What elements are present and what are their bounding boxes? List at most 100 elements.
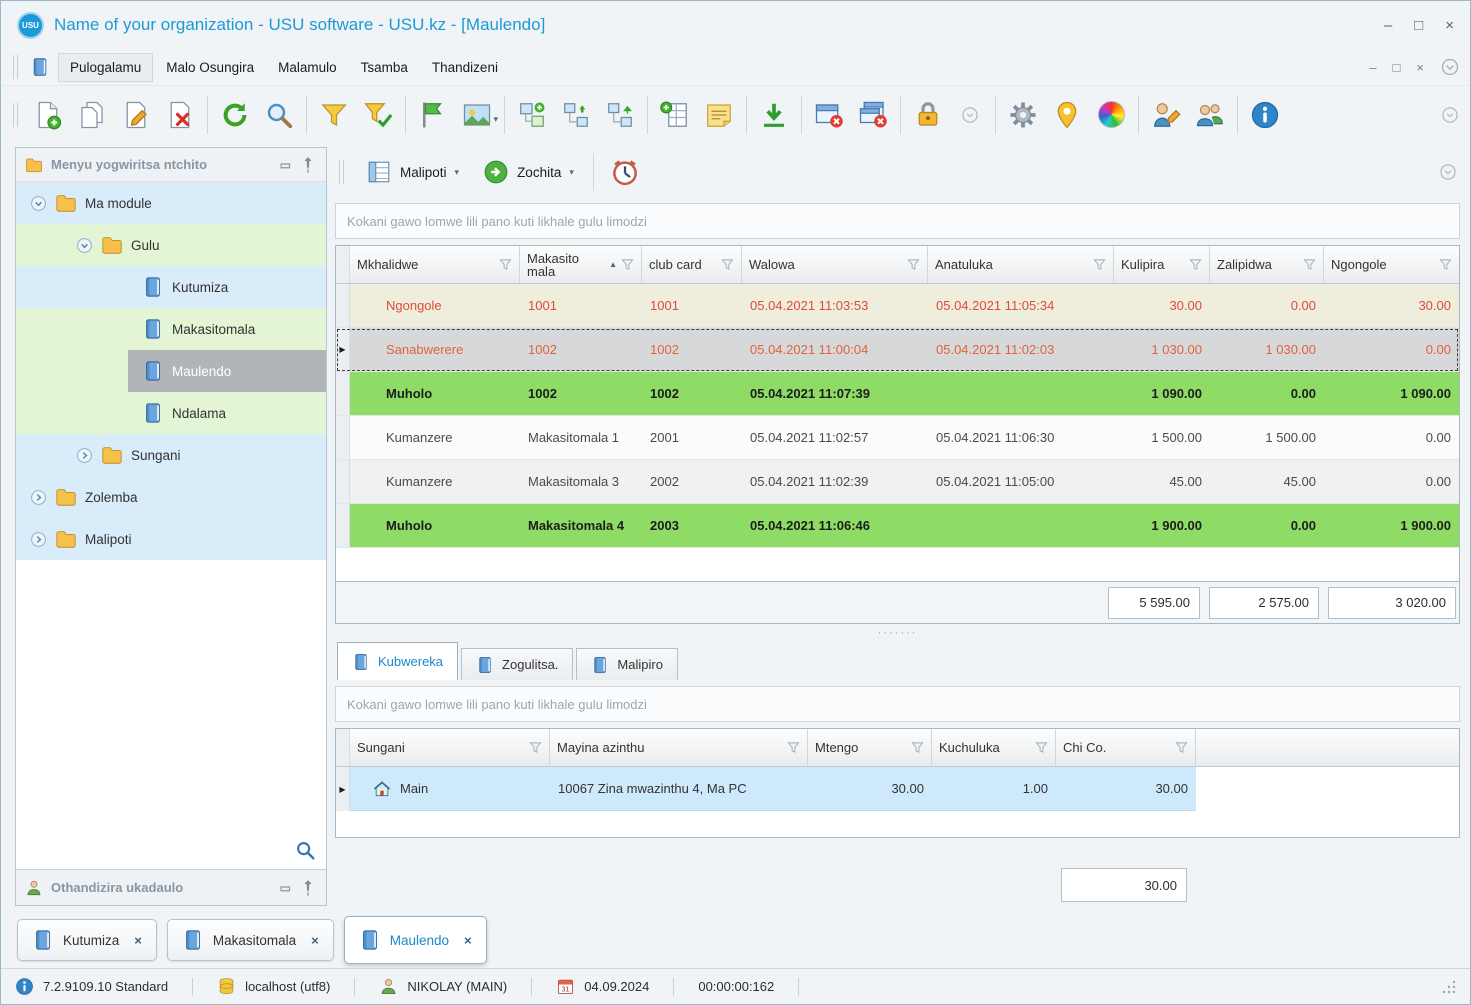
column-header-zalipidwa[interactable]: Zalipidwa: [1210, 246, 1324, 283]
menubar-overflow-icon[interactable]: [1440, 57, 1460, 77]
close-tab-icon[interactable]: ×: [464, 933, 472, 948]
column-header-sungani[interactable]: Sungani: [350, 729, 550, 766]
column-header-walowa[interactable]: Walowa: [742, 246, 928, 283]
expand-node-icon[interactable]: [30, 531, 47, 548]
close-button[interactable]: ×: [1445, 18, 1454, 33]
filter-icon[interactable]: [1439, 258, 1452, 271]
filter-icon[interactable]: [1175, 741, 1188, 754]
collapse-node-icon[interactable]: [76, 237, 93, 254]
settings-button[interactable]: [1001, 93, 1045, 137]
collapse-branch-button[interactable]: [554, 93, 598, 137]
pin-icon[interactable]: [299, 879, 317, 897]
detail-tab-kubwereka[interactable]: Kubwereka: [337, 642, 459, 680]
column-header-kuchuluka[interactable]: Kuchuluka: [932, 729, 1056, 766]
menubar-grip[interactable]: [13, 55, 18, 79]
toolbar-group-overflow-icon[interactable]: [960, 105, 980, 125]
filter-icon[interactable]: [1093, 258, 1106, 271]
pin-icon[interactable]: [299, 156, 317, 174]
users-button[interactable]: [1188, 93, 1232, 137]
titlebar[interactable]: USU Name of your organization - USU soft…: [1, 1, 1470, 49]
menu-thandizeni[interactable]: Thandizeni: [421, 54, 509, 81]
menu-malo-osungira[interactable]: Malo Osungira: [155, 54, 265, 81]
tree-item-maulendo[interactable]: Maulendo: [16, 350, 326, 392]
table-row[interactable]: Ngongole 1001 1001 05.04.2021 11:03:53 0…: [336, 284, 1459, 328]
new-record-button[interactable]: [26, 93, 70, 137]
maximize-button[interactable]: □: [1414, 18, 1423, 33]
mdi-minimize-icon[interactable]: –: [1369, 60, 1376, 75]
program-book-icon[interactable]: [28, 55, 52, 79]
detail-tab-malipiro[interactable]: Malipiro: [576, 648, 678, 680]
close-window-button[interactable]: [807, 93, 851, 137]
minimize-button[interactable]: –: [1384, 18, 1392, 33]
column-header-makasitomala[interactable]: Makasito mala ▲: [520, 246, 642, 283]
filter-icon[interactable]: [529, 741, 542, 754]
report-toolbar-overflow-icon[interactable]: [1438, 162, 1458, 182]
tree-item-makasitomala[interactable]: Makasitomala: [16, 308, 326, 350]
mdi-close-icon[interactable]: ×: [1416, 60, 1424, 75]
detail-table-row[interactable]: ▶ Main 10067 Zina mwazinthu 4, Ma PC 30.…: [336, 767, 1459, 811]
toolbar-grip[interactable]: [13, 102, 18, 127]
table-row[interactable]: Muholo Makasitomala 4 2003 05.04.2021 11…: [336, 504, 1459, 548]
mdi-restore-icon[interactable]: □: [1393, 60, 1401, 75]
table-row[interactable]: Muholo 1002 1002 05.04.2021 11:07:39 1 0…: [336, 372, 1459, 416]
float-panel-icon[interactable]: ▭: [280, 158, 291, 172]
timer-button[interactable]: [603, 150, 647, 194]
tree-item-malipoti[interactable]: Malipoti: [16, 518, 326, 560]
detail-tab-zogulitsa[interactable]: Zogulitsa.: [461, 648, 574, 680]
menu-malamulo[interactable]: Malamulo: [267, 54, 348, 81]
lock-button[interactable]: [906, 93, 950, 137]
collapse-all-button[interactable]: [598, 93, 642, 137]
edit-record-button[interactable]: [114, 93, 158, 137]
filter-icon[interactable]: [1189, 258, 1202, 271]
filter-icon[interactable]: [1035, 741, 1048, 754]
filter-icon[interactable]: [907, 258, 920, 271]
column-header-club-card[interactable]: club card: [642, 246, 742, 283]
reports-button[interactable]: Malipoti ▾: [356, 153, 469, 191]
add-row-button[interactable]: [653, 93, 697, 137]
tree-item-zolemba[interactable]: Zolemba: [16, 476, 326, 518]
flag-button[interactable]: [411, 93, 455, 137]
menu-pulogalamu[interactable]: Pulogalamu: [58, 52, 154, 82]
search-button[interactable]: [257, 93, 301, 137]
tree-search-icon[interactable]: [294, 839, 316, 861]
filter-icon[interactable]: [911, 741, 924, 754]
column-header-ngongole[interactable]: Ngongole: [1324, 246, 1459, 283]
table-row-selected[interactable]: ▶ Sanabwerere 1002 1002 05.04.2021 11:00…: [336, 328, 1459, 372]
float-panel-icon[interactable]: ▭: [280, 881, 291, 895]
tree-item-gulu[interactable]: Gulu: [16, 224, 326, 266]
filter-icon[interactable]: [621, 258, 634, 271]
filter-apply-button[interactable]: [356, 93, 400, 137]
horizontal-splitter[interactable]: ·······: [335, 624, 1460, 642]
filter-icon[interactable]: [499, 258, 512, 271]
actions-button[interactable]: Zochita ▾: [473, 153, 584, 191]
column-header-mkhalidwe[interactable]: Mkhalidwe: [350, 246, 520, 283]
doc-tab-makasitomala[interactable]: Makasitomala ×: [166, 919, 334, 961]
close-all-windows-button[interactable]: [851, 93, 895, 137]
table-row[interactable]: Kumanzere Makasitomala 1 2001 05.04.2021…: [336, 416, 1459, 460]
info-button[interactable]: [1243, 93, 1287, 137]
doc-tab-kutumiza[interactable]: Kutumiza ×: [17, 919, 157, 961]
report-toolbar-grip[interactable]: [339, 160, 344, 184]
edit-user-button[interactable]: [1144, 93, 1188, 137]
colors-button[interactable]: [1089, 93, 1133, 137]
resize-grip[interactable]: [1442, 980, 1456, 994]
menu-tsamba[interactable]: Tsamba: [350, 54, 419, 81]
note-button[interactable]: [697, 93, 741, 137]
import-button[interactable]: [752, 93, 796, 137]
copy-record-button[interactable]: [70, 93, 114, 137]
support-panel-header[interactable]: Othandizira ukadaulo ▭: [16, 869, 326, 905]
location-button[interactable]: [1045, 93, 1089, 137]
doc-tab-maulendo[interactable]: Maulendo ×: [343, 916, 487, 964]
filter-icon[interactable]: [1303, 258, 1316, 271]
column-header-kulipira[interactable]: Kulipira: [1114, 246, 1210, 283]
toolbar-overflow-icon[interactable]: [1440, 105, 1460, 125]
image-button[interactable]: ▾: [455, 93, 499, 137]
close-tab-icon[interactable]: ×: [134, 933, 142, 948]
tree-item-kutumiza[interactable]: Kutumiza: [16, 266, 326, 308]
tree-item-ndalama[interactable]: Ndalama: [16, 392, 326, 434]
expand-node-icon[interactable]: [76, 447, 93, 464]
column-header-chi-co[interactable]: Chi Co.: [1056, 729, 1196, 766]
refresh-button[interactable]: [213, 93, 257, 137]
filter-icon[interactable]: [787, 741, 800, 754]
delete-record-button[interactable]: [158, 93, 202, 137]
